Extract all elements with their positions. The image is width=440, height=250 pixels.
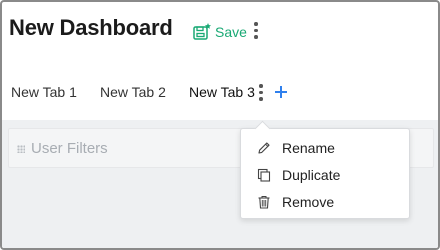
- trash-icon: [257, 195, 271, 209]
- grip-icon: [17, 144, 25, 153]
- user-filters-label: User Filters: [31, 140, 108, 157]
- tab-new-tab-1[interactable]: New Tab 1: [11, 84, 77, 100]
- menu-item-label: Rename: [282, 140, 335, 156]
- save-disk-icon: [192, 22, 212, 42]
- menu-item-duplicate[interactable]: Duplicate: [241, 162, 409, 189]
- menu-item-label: Remove: [282, 194, 335, 210]
- dashboard-header: New Dashboard Save: [2, 2, 438, 64]
- dashboard-window: New Dashboard Save New Tab 1 New Tab 2 N…: [0, 0, 440, 250]
- tab-new-tab-3[interactable]: New Tab 3: [189, 84, 255, 100]
- save-button[interactable]: Save: [192, 18, 247, 46]
- dashboard-more-icon[interactable]: [251, 22, 261, 42]
- menu-item-remove[interactable]: Remove: [241, 189, 409, 216]
- add-tab-plus-icon[interactable]: [273, 84, 289, 100]
- menu-item-rename[interactable]: Rename: [241, 135, 409, 162]
- tab-new-tab-2[interactable]: New Tab 2: [100, 84, 166, 100]
- page-title: New Dashboard: [9, 15, 173, 40]
- pencil-icon: [257, 141, 271, 155]
- duplicate-icon: [257, 168, 271, 182]
- tab-context-menu: Rename Duplicate Remove: [240, 128, 410, 219]
- menu-item-label: Duplicate: [282, 167, 341, 183]
- tab-more-icon[interactable]: [256, 84, 266, 104]
- save-button-label: Save: [215, 24, 247, 40]
- tab-bar: New Tab 1 New Tab 2 New Tab 3: [2, 78, 438, 110]
